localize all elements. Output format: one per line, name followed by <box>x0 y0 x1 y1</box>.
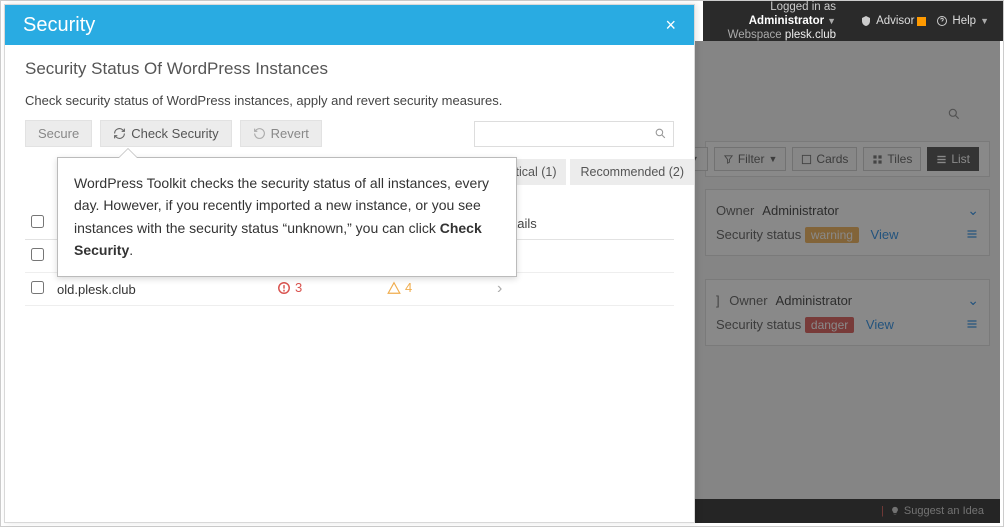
tiles-icon <box>872 154 883 165</box>
search-input[interactable] <box>474 121 674 147</box>
tooltip-popover: WordPress Toolkit checks the security st… <box>57 157 517 277</box>
site-card-2: ] OwnerAdministrator ⌄ Security status d… <box>705 279 990 346</box>
view-toolbar: Sort ▼ Filter ▼ Cards Tiles List <box>705 141 990 177</box>
dialog-titlebar: Security × <box>5 5 694 45</box>
toolbar: Secure Check Security Revert <box>25 120 674 147</box>
status-badge: danger <box>805 317 854 333</box>
dialog-subtitle: Security Status Of WordPress Instances <box>25 59 674 79</box>
col-details: Details <box>491 207 674 240</box>
shield-icon <box>860 15 872 27</box>
help-icon <box>936 15 948 27</box>
undo-icon <box>253 127 266 140</box>
background-search-icon[interactable] <box>947 107 961 124</box>
dialog-description: Check security status of WordPress insta… <box>25 93 674 108</box>
lightbulb-icon <box>890 506 900 516</box>
tab-recommended[interactable]: Recommended (2) <box>570 159 694 185</box>
security-dialog: Security × Security Status Of WordPress … <box>4 4 695 523</box>
search-icon <box>654 127 667 140</box>
suggest-link[interactable]: Suggest an Idea <box>904 505 984 517</box>
filter-icon <box>723 154 734 165</box>
dialog-title: Security <box>23 14 95 37</box>
notification-dot-icon <box>917 17 926 26</box>
plesk-header: Logged in as Administrator▼ Webspace ple… <box>703 1 1003 41</box>
list-button[interactable]: List <box>927 147 979 171</box>
check-security-button[interactable]: Check Security <box>100 120 231 147</box>
bottom-bar: | Suggest an Idea <box>695 499 1000 523</box>
help-link[interactable]: Help▼ <box>936 15 989 27</box>
instance-name: old.plesk.club <box>51 273 271 306</box>
advisor-link[interactable]: Advisor <box>860 15 926 27</box>
expand-icon[interactable]: ⌄ <box>967 202 979 219</box>
menu-icon[interactable] <box>965 228 979 243</box>
status-warn-icon: 4 <box>387 280 412 295</box>
logged-in-as[interactable]: Logged in as Administrator▼ <box>703 0 836 28</box>
cards-button[interactable]: Cards <box>792 147 857 171</box>
revert-button[interactable]: Revert <box>240 120 322 147</box>
close-icon[interactable]: × <box>665 15 676 36</box>
select-all-checkbox[interactable] <box>31 215 44 228</box>
secure-button[interactable]: Secure <box>25 120 92 147</box>
row-checkbox[interactable] <box>31 248 44 261</box>
cards-icon <box>801 154 812 165</box>
tiles-button[interactable]: Tiles <box>863 147 921 171</box>
chevron-right-icon[interactable]: › <box>497 280 502 297</box>
refresh-icon <box>113 127 126 140</box>
site-card-1: OwnerAdministrator ⌄ Security status war… <box>705 189 990 256</box>
table-row: old.plesk.club 3 4 › <box>25 273 674 306</box>
list-icon <box>936 154 947 165</box>
view-link[interactable]: View <box>866 317 894 332</box>
filter-button[interactable]: Filter ▼ <box>714 147 787 171</box>
expand-icon[interactable]: ⌄ <box>967 292 979 309</box>
status-critical-icon: 3 <box>277 280 302 295</box>
status-badge: warning <box>805 227 859 243</box>
view-link[interactable]: View <box>871 227 899 242</box>
menu-icon[interactable] <box>965 318 979 333</box>
bracket-icon: ] <box>716 293 720 308</box>
row-checkbox[interactable] <box>31 281 44 294</box>
webspace-line: Webspace plesk.club <box>703 28 836 42</box>
